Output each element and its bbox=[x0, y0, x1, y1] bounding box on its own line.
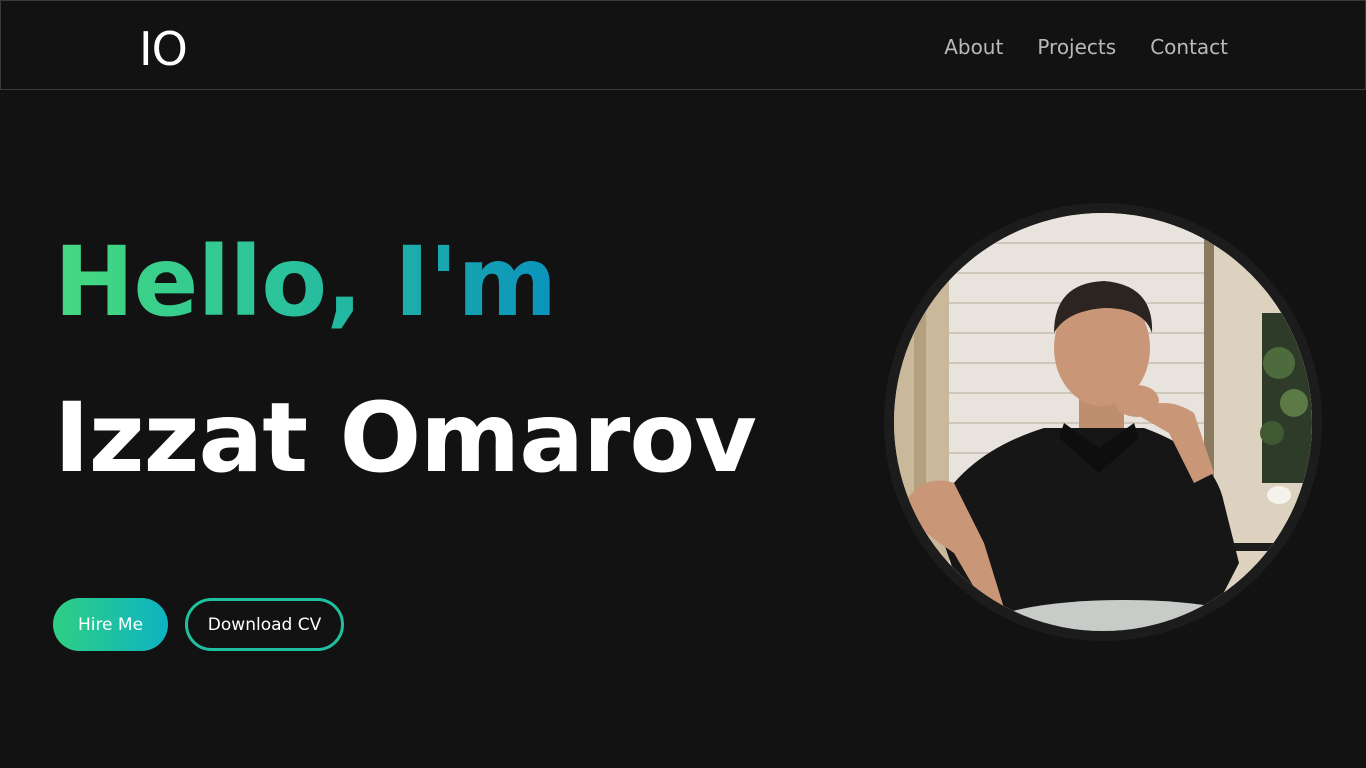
navbar: IO About Projects Contact bbox=[0, 0, 1366, 90]
profile-photo-frame bbox=[884, 203, 1322, 641]
nav-links: About Projects Contact bbox=[944, 31, 1228, 63]
download-cv-button[interactable]: Download CV bbox=[185, 598, 344, 651]
nav-link-about[interactable]: About bbox=[944, 31, 1003, 63]
hero-name: Izzat Omarov bbox=[54, 382, 757, 494]
profile-photo-illustration bbox=[894, 213, 1312, 631]
profile-photo bbox=[894, 213, 1312, 631]
site-logo[interactable]: IO bbox=[139, 23, 188, 75]
nav-link-projects[interactable]: Projects bbox=[1037, 31, 1116, 63]
nav-link-contact[interactable]: Contact bbox=[1150, 31, 1228, 63]
hire-me-button[interactable]: Hire Me bbox=[53, 598, 168, 651]
hero-greeting: Hello, I'm bbox=[54, 222, 557, 342]
